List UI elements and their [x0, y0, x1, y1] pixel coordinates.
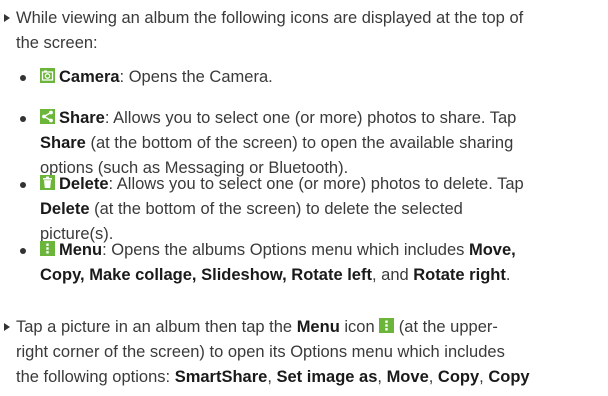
menu-option-copy: Copy, [40, 266, 85, 284]
share-line-1: : Allows you to select one (or more) pho… [104, 109, 517, 127]
share-label: Share [59, 109, 105, 127]
menu-option-rotate-right: Rotate right [413, 266, 506, 284]
menu-item: Menu: Opens the albums Options menu whic… [20, 238, 600, 288]
menu-option-collage: Make collage, [89, 266, 197, 284]
intro-line-1: While viewing an album the following ico… [16, 9, 524, 27]
menu-line-1: : Opens the albums Options menu which in… [102, 241, 469, 259]
share-line-2: (at the bottom of the screen) to open th… [85, 134, 514, 152]
bullet-dot [20, 182, 26, 188]
share-item: Share: Allows you to select one (or more… [20, 106, 600, 181]
share-icon [40, 108, 55, 125]
delete-item: Delete: Allows you to select one (or mor… [20, 172, 600, 247]
camera-item: Camera: Opens the Camera. [20, 65, 600, 90]
tap-option-move: Move [386, 368, 429, 386]
tap-option-smartshare: SmartShare [174, 368, 268, 386]
camera-icon [40, 67, 55, 84]
intro-line-2: the screen: [16, 34, 98, 52]
share-word: Share [40, 134, 86, 152]
menu-icon [40, 240, 55, 257]
comma-separator: , [267, 368, 277, 386]
intro-paragraph: While viewing an album the following ico… [0, 6, 600, 56]
bullet-dot [20, 75, 26, 81]
tap-option-copy-2: Copy [488, 368, 530, 386]
menu-period: . [505, 266, 511, 284]
comma-separator: , [428, 368, 438, 386]
tap-line-3-pre: the following options: [16, 368, 175, 386]
tap-menu-word: Menu [296, 318, 340, 336]
menu-option-move: Move, [468, 241, 516, 259]
tap-option-set-image: Set image as [276, 368, 378, 386]
delete-word: Delete [40, 200, 90, 218]
manual-page: While viewing an album the following ico… [0, 0, 608, 396]
menu-option-slideshow: Slideshow, [201, 266, 287, 284]
delete-label: Delete [59, 175, 109, 193]
menu-option-rotate-left: Rotate left [291, 266, 372, 284]
bullet-dot [20, 116, 26, 122]
tap-line-2: right corner of the screen) to open its … [16, 343, 505, 361]
tap-icon-word: icon [339, 318, 380, 336]
camera-desc: : Opens the Camera. [119, 68, 273, 86]
triangle-bullet-icon [4, 14, 10, 22]
comma-separator: , [377, 368, 387, 386]
menu-and-separator: , and [371, 266, 414, 284]
triangle-bullet-icon [4, 323, 10, 331]
delete-line-2: (at the bottom of the screen) to delete … [89, 200, 463, 218]
delete-line-1: : Allows you to select one (or more) pho… [108, 175, 524, 193]
camera-label: Camera [59, 68, 120, 86]
bullet-dot [20, 248, 26, 254]
comma-separator: , [479, 368, 489, 386]
trash-icon [40, 174, 55, 191]
tap-line-1-post: (at the upper- [394, 318, 498, 336]
menu-icon [379, 317, 395, 334]
tap-paragraph: Tap a picture in an album then tap the M… [0, 315, 600, 390]
tap-option-copy: Copy [437, 368, 480, 386]
tap-line-1-pre: Tap a picture in an album then tap the [16, 318, 297, 336]
menu-label: Menu [59, 241, 103, 259]
